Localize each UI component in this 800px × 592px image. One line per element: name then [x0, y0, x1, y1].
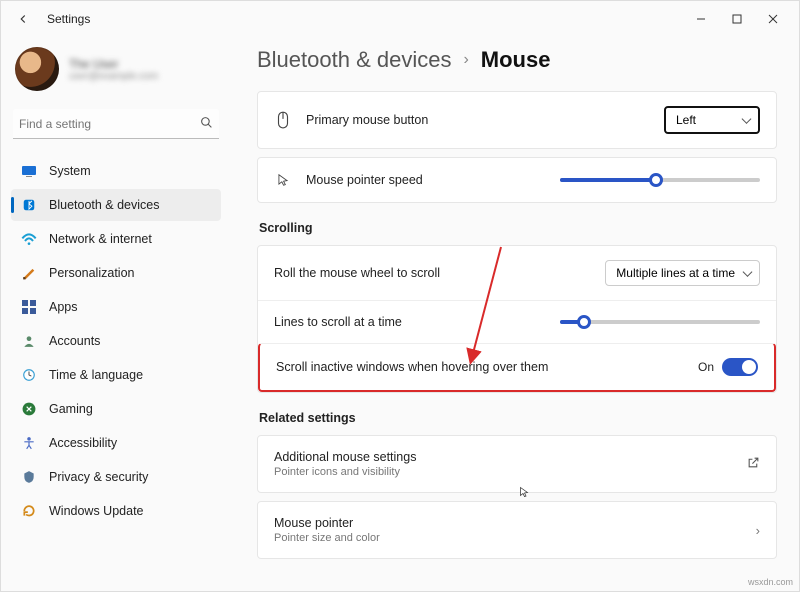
privacy-icon — [21, 469, 37, 485]
page-title: Mouse — [481, 47, 551, 73]
primary-button-card: Primary mouse button Left — [257, 91, 777, 149]
user-profile[interactable]: The User user@example.com — [11, 45, 221, 105]
sidebar-item-personalization[interactable]: Personalization — [11, 257, 221, 289]
additional-settings-card[interactable]: Additional mouse settings Pointer icons … — [257, 435, 777, 493]
gaming-icon — [21, 401, 37, 417]
search-field[interactable] — [19, 117, 200, 131]
watermark: wsxdn.com — [748, 577, 793, 587]
user-email: user@example.com — [69, 71, 158, 82]
sidebar-item-label: Personalization — [49, 266, 134, 280]
time-icon — [21, 367, 37, 383]
roll-wheel-label: Roll the mouse wheel to scroll — [274, 266, 591, 280]
sidebar-item-label: Accounts — [49, 334, 100, 348]
network-icon — [21, 231, 37, 247]
sidebar-item-privacy[interactable]: Privacy & security — [11, 461, 221, 493]
chevron-right-icon: › — [463, 51, 468, 69]
avatar — [15, 47, 59, 91]
mouse-pointer-card[interactable]: Mouse pointer Pointer size and color › — [257, 501, 777, 559]
scrolling-card: Roll the mouse wheel to scroll Multiple … — [257, 245, 777, 393]
sidebar-item-gaming[interactable]: Gaming — [11, 393, 221, 425]
roll-wheel-select[interactable]: Multiple lines at a time — [605, 260, 760, 286]
window-title: Settings — [47, 12, 90, 26]
accounts-icon — [21, 333, 37, 349]
personalization-icon — [21, 265, 37, 281]
scroll-inactive-row: Scroll inactive windows when hovering ov… — [258, 343, 776, 392]
sidebar-item-label: Privacy & security — [49, 470, 148, 484]
update-icon — [21, 503, 37, 519]
lines-scroll-label: Lines to scroll at a time — [274, 315, 546, 329]
pointer-speed-label: Mouse pointer speed — [306, 173, 546, 187]
pointer-title: Mouse pointer — [274, 516, 742, 530]
user-name: The User — [69, 57, 158, 71]
related-header: Related settings — [259, 411, 777, 425]
breadcrumb-parent[interactable]: Bluetooth & devices — [257, 47, 451, 73]
sidebar-item-apps[interactable]: Apps — [11, 291, 221, 323]
apps-icon — [21, 299, 37, 315]
sidebar-item-accessibility[interactable]: Accessibility — [11, 427, 221, 459]
pointer-speed-slider[interactable] — [560, 178, 760, 182]
minimize-button[interactable] — [683, 5, 719, 33]
sidebar-item-label: Network & internet — [49, 232, 152, 246]
sidebar-item-label: Bluetooth & devices — [49, 198, 160, 212]
sidebar-item-accounts[interactable]: Accounts — [11, 325, 221, 357]
additional-sub: Pointer icons and visibility — [274, 466, 733, 478]
sidebar-item-label: System — [49, 164, 91, 178]
primary-button-label: Primary mouse button — [306, 113, 650, 127]
bluetooth-icon — [21, 197, 37, 213]
close-button[interactable] — [755, 5, 791, 33]
search-input[interactable] — [13, 109, 219, 139]
sidebar-item-label: Accessibility — [49, 436, 117, 450]
external-link-icon — [747, 456, 760, 472]
additional-title: Additional mouse settings — [274, 450, 733, 464]
sidebar-item-bluetooth[interactable]: Bluetooth & devices — [11, 189, 221, 221]
lines-scroll-slider[interactable] — [560, 320, 760, 324]
accessibility-icon — [21, 435, 37, 451]
nav-list: System Bluetooth & devices Network & int… — [11, 155, 221, 527]
pointer-speed-card: Mouse pointer speed — [257, 157, 777, 203]
back-button[interactable] — [9, 5, 37, 33]
search-icon — [200, 116, 213, 132]
toggle-state-text: On — [698, 360, 714, 374]
sidebar-item-update[interactable]: Windows Update — [11, 495, 221, 527]
cursor-icon — [274, 172, 292, 188]
sidebar-item-label: Windows Update — [49, 504, 144, 518]
system-icon — [21, 163, 37, 179]
main-content: Bluetooth & devices › Mouse Primary mous… — [231, 37, 799, 591]
pointer-sub: Pointer size and color — [274, 532, 742, 544]
primary-button-select[interactable]: Left — [664, 106, 760, 134]
scroll-inactive-label: Scroll inactive windows when hovering ov… — [276, 360, 684, 374]
sidebar-item-label: Apps — [49, 300, 78, 314]
sidebar: The User user@example.com System Bluetoo… — [1, 37, 231, 591]
scrolling-header: Scrolling — [259, 221, 777, 235]
mouse-icon — [274, 111, 292, 129]
sidebar-item-label: Time & language — [49, 368, 143, 382]
scroll-inactive-toggle[interactable] — [722, 358, 758, 376]
chevron-right-icon: › — [756, 523, 760, 538]
sidebar-item-system[interactable]: System — [11, 155, 221, 187]
sidebar-item-label: Gaming — [49, 402, 93, 416]
titlebar: Settings — [1, 1, 799, 37]
maximize-button[interactable] — [719, 5, 755, 33]
sidebar-item-network[interactable]: Network & internet — [11, 223, 221, 255]
breadcrumb: Bluetooth & devices › Mouse — [257, 47, 777, 73]
sidebar-item-time[interactable]: Time & language — [11, 359, 221, 391]
